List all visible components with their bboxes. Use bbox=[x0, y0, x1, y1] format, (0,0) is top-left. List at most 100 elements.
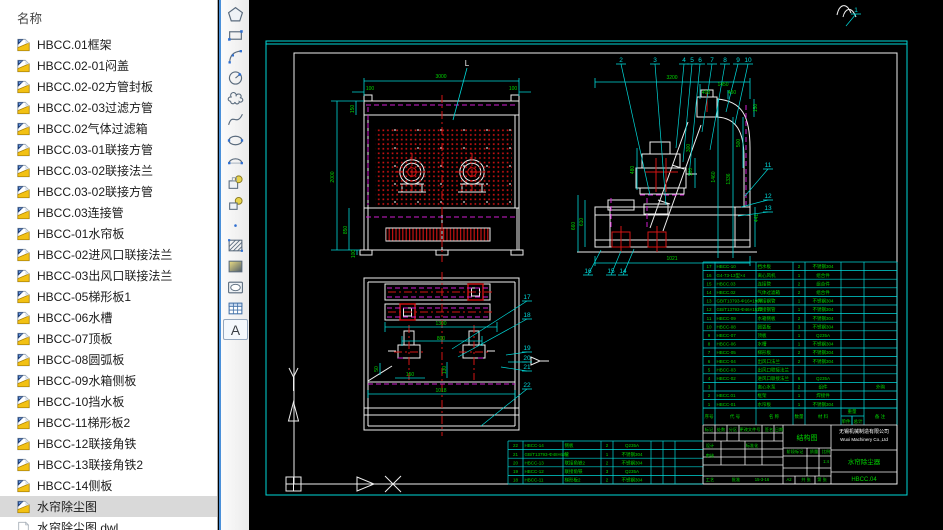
bom-main-cell: 3 bbox=[798, 324, 801, 329]
file-list-item-HBCC.02-01闷盖[interactable]: HBCC.02-01闷盖 bbox=[0, 55, 217, 76]
dimension-label: 50 bbox=[374, 366, 380, 372]
file-list-column-header[interactable]: 名称 bbox=[0, 0, 217, 34]
bom-secondary-cell: HBCC-13 bbox=[525, 460, 545, 465]
bom-main-cell: HBCC-05 bbox=[717, 350, 737, 355]
file-list-item-HBCC.02气体过滤箱[interactable]: HBCC.02气体过滤箱 bbox=[0, 118, 217, 139]
bom-main-cell: 2 bbox=[798, 316, 801, 321]
file-name-label: HBCC-03出风口联接法兰 bbox=[37, 267, 172, 284]
bom-secondary-cell: 2 bbox=[606, 460, 609, 465]
tool-region[interactable] bbox=[223, 277, 248, 298]
file-list-item-HBCC-09水箱侧板[interactable]: HBCC-09水箱侧板 bbox=[0, 370, 217, 391]
bom-main-cell: 1 bbox=[798, 333, 801, 338]
file-list-item-HBCC-08圆弧板[interactable]: HBCC-08圆弧板 bbox=[0, 349, 217, 370]
tool-gradient[interactable] bbox=[223, 256, 248, 277]
bom-main-cell: 焊接钢管 bbox=[758, 306, 776, 313]
file-list-item-HBCC.02-02方管封板[interactable]: HBCC.02-02方管封板 bbox=[0, 76, 217, 97]
dimension-label: 150 bbox=[350, 105, 356, 114]
tool-icon-ellipse-arc bbox=[227, 153, 244, 170]
file-list-item-HBCC-11梯形板2[interactable]: HBCC-11梯形板2 bbox=[0, 412, 217, 433]
tool-ellipse-arc[interactable] bbox=[223, 151, 248, 172]
file-list-item-HBCC.03-01联接方管[interactable]: HBCC.03-01联接方管 bbox=[0, 139, 217, 160]
balloon-leader bbox=[738, 212, 768, 216]
balloon-number: 2 bbox=[619, 57, 623, 64]
bom-main-cell: 13 bbox=[706, 299, 712, 304]
tool-icon-polygon bbox=[227, 6, 244, 23]
file-list-item-水帘除尘图[interactable]: 水帘除尘图 bbox=[0, 496, 217, 517]
dwg-file-icon bbox=[16, 416, 31, 430]
file-list-item-HBCC-05梯形板1[interactable]: HBCC-05梯形板1 bbox=[0, 286, 217, 307]
balloon-number: 17 bbox=[523, 294, 531, 301]
tool-circle[interactable] bbox=[223, 67, 248, 88]
bom-main-cell: 离心风机 bbox=[758, 272, 776, 279]
file-name-label: HBCC.02-03过滤方管 bbox=[37, 99, 153, 116]
file-list-item-HBCC-03出风口联接法兰[interactable]: HBCC-03出风口联接法兰 bbox=[0, 265, 217, 286]
bom-main-cell: 进风口联接法兰 bbox=[758, 375, 790, 382]
file-list-item-HBCC.03连接管[interactable]: HBCC.03连接管 bbox=[0, 202, 217, 223]
file-name-label: 水帘除尘图 bbox=[37, 498, 97, 515]
file-list-item-HBCC-10挡水板[interactable]: HBCC-10挡水板 bbox=[0, 391, 217, 412]
balloon-number: 1 bbox=[854, 7, 858, 14]
bom-main-cell: 外购 bbox=[876, 384, 885, 391]
bom-main-header: 序号 bbox=[705, 413, 714, 420]
tool-polygon[interactable] bbox=[223, 4, 248, 25]
dimension-label: 150 bbox=[753, 104, 759, 113]
file-list-item-HBCC-06水槽[interactable]: HBCC-06水槽 bbox=[0, 307, 217, 328]
dwg-file-icon bbox=[16, 248, 31, 262]
file-list-item-HBCC-02进风口联接法兰[interactable]: HBCC-02进风口联接法兰 bbox=[0, 244, 217, 265]
file-name-label: HBCC-12联接角铁 bbox=[37, 435, 136, 452]
file-name-label: HBCC.03连接管 bbox=[37, 204, 124, 221]
dimension-label: 130 bbox=[442, 366, 448, 375]
title-block-label: 1:4 bbox=[823, 459, 829, 464]
file-list-item-HBCC-07顶板[interactable]: HBCC-07顶板 bbox=[0, 328, 217, 349]
tool-arc[interactable] bbox=[223, 46, 248, 67]
bom-main-cell: 2 bbox=[798, 264, 801, 269]
file-list-item-HBCC-12联接角铁[interactable]: HBCC-12联接角铁 bbox=[0, 433, 217, 454]
bom-secondary-cell: 联接角铁 bbox=[565, 468, 583, 475]
bom-secondary-cell: 1 bbox=[606, 452, 609, 457]
bom-main-cell: 2 bbox=[798, 385, 801, 390]
tool-rectangle[interactable] bbox=[223, 25, 248, 46]
bom-main-cell: 15 bbox=[706, 281, 712, 286]
bom-main-cell: HBCC-02 bbox=[717, 376, 737, 381]
bom-main-cell: 水槽 bbox=[758, 341, 767, 348]
file-list-item-HBCC.02-03过滤方管[interactable]: HBCC.02-03过滤方管 bbox=[0, 97, 217, 118]
bom-main-cell: HBCC-03 bbox=[717, 367, 737, 372]
tool-insert-block[interactable] bbox=[223, 172, 248, 193]
tool-spline[interactable] bbox=[223, 109, 248, 130]
cad-model-space[interactable]: 30001001001502000850100L3200145040045015… bbox=[249, 0, 943, 530]
file-list-item-HBCC.03-02联接方管[interactable]: HBCC.03-02联接方管 bbox=[0, 181, 217, 202]
bom-main-cell: 17 bbox=[706, 264, 712, 269]
file-list-item-水帘除尘图.dwl[interactable]: 水帘除尘图.dwl bbox=[0, 517, 217, 530]
file-list-item-HBCC.01框架[interactable]: HBCC.01框架 bbox=[0, 34, 217, 55]
bom-main-cell: HBCC-07 bbox=[717, 333, 737, 338]
dwg-file-icon bbox=[16, 122, 31, 136]
title-block-label: 签名 bbox=[765, 426, 773, 433]
title-block-label: 工艺 bbox=[706, 477, 714, 482]
bom-main-cell: 梯形板 bbox=[758, 349, 772, 356]
tool-ellipse[interactable] bbox=[223, 130, 248, 151]
tool-multiline-text[interactable] bbox=[223, 319, 248, 340]
tool-table[interactable] bbox=[223, 298, 248, 319]
bom-main-cell: 3 bbox=[708, 385, 711, 390]
bom-main-cell: 11 bbox=[707, 316, 712, 321]
balloon-leader bbox=[745, 169, 768, 196]
dwg-file-icon bbox=[16, 395, 31, 409]
tool-make-block[interactable] bbox=[223, 193, 248, 214]
file-list-item-HBCC-01水帘板[interactable]: HBCC-01水帘板 bbox=[0, 223, 217, 244]
file-list-item-HBCC-14侧板[interactable]: HBCC-14侧板 bbox=[0, 475, 217, 496]
file-list-item-HBCC.03-02联接法兰[interactable]: HBCC.03-02联接法兰 bbox=[0, 160, 217, 181]
tool-icon-arc bbox=[227, 48, 244, 65]
bom-main-cell: HBCC.01 bbox=[717, 393, 737, 398]
tool-revision-cloud[interactable] bbox=[223, 88, 248, 109]
bom-secondary-cell: 梯形板2 bbox=[565, 477, 581, 484]
tool-icon-rectangle bbox=[227, 27, 244, 44]
file-list-item-HBCC-13联接角铁2[interactable]: HBCC-13联接角铁2 bbox=[0, 454, 217, 475]
tool-point[interactable] bbox=[223, 214, 248, 235]
bom-secondary-cell: 2 bbox=[606, 443, 609, 448]
file-name-label: HBCC-01水帘板 bbox=[37, 225, 124, 242]
bom-main-header: 名 称 bbox=[769, 413, 780, 420]
bom-main-cell: 顶板 bbox=[758, 332, 767, 339]
dwg-file-icon bbox=[16, 290, 31, 304]
tool-hatch[interactable] bbox=[223, 235, 248, 256]
dwg-file-icon bbox=[16, 479, 31, 493]
